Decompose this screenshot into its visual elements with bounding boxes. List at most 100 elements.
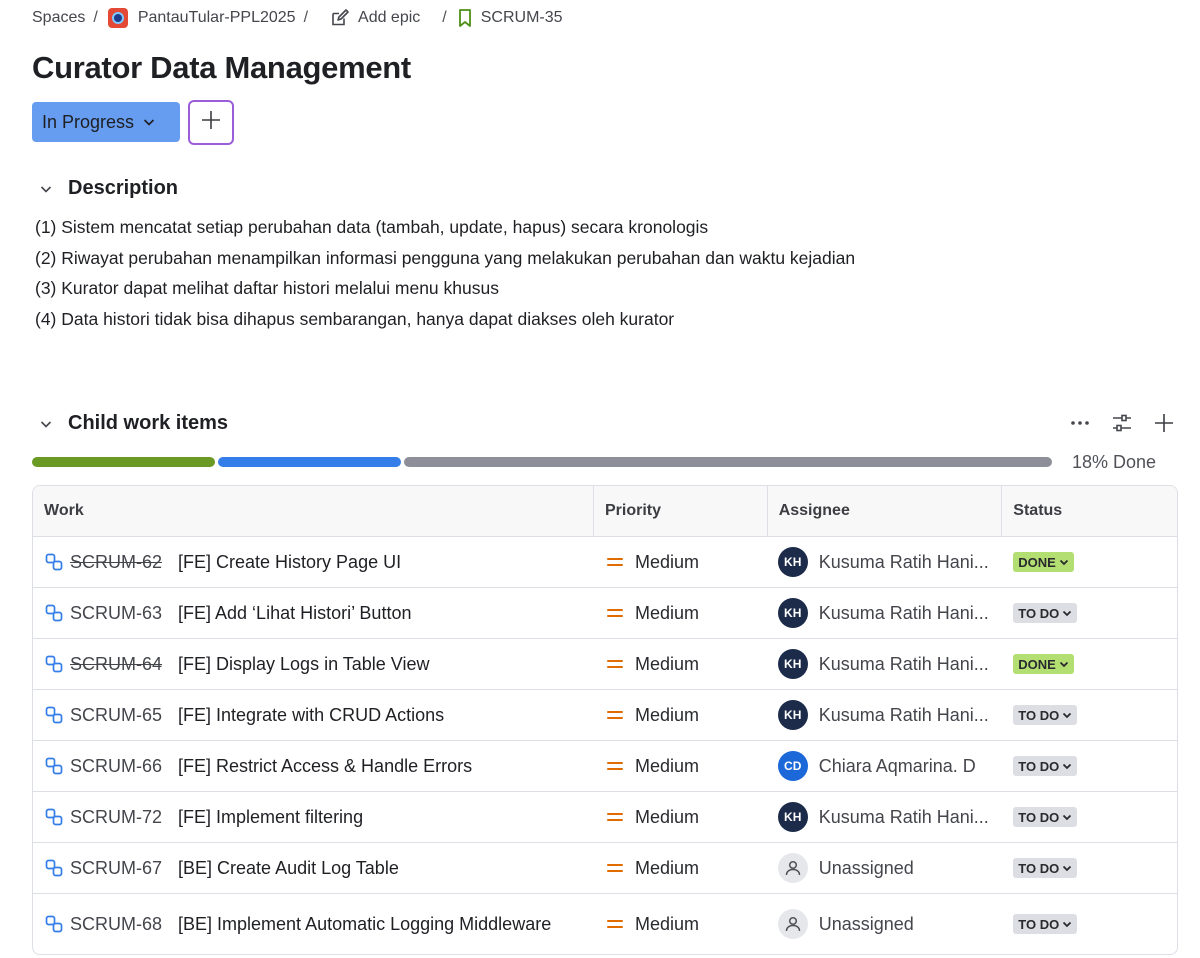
issue-key-link[interactable]: SCRUM-64 — [70, 654, 162, 675]
chevron-down-icon — [1062, 710, 1072, 720]
chevron-down-icon — [1062, 761, 1072, 771]
issue-key-link[interactable]: SCRUM-68 — [70, 914, 162, 935]
priority-cell[interactable]: Medium — [594, 894, 768, 954]
status-cell: DONE — [1002, 537, 1177, 587]
status-lozenge[interactable]: TO DO — [1013, 858, 1078, 878]
assignee-cell[interactable]: KH Kusuma Ratih Hani... — [768, 588, 1003, 638]
description-line: (1) Sistem mencatat setiap perubahan dat… — [35, 217, 709, 237]
issue-summary[interactable]: [BE] Create Audit Log Table — [178, 856, 399, 881]
breadcrumb-add-epic[interactable]: Add epic — [330, 8, 420, 28]
breadcrumb-project-label: PantauTular-PPL2025 — [137, 9, 296, 26]
table-row[interactable]: SCRUM-72 [FE] Implement filtering Medium… — [33, 792, 1177, 843]
status-cell: TO DO — [1002, 843, 1177, 893]
description-body[interactable]: (1) Sistem mencatat setiap perubahan dat… — [35, 214, 855, 336]
issue-summary[interactable]: [FE] Display Logs in Table View — [178, 652, 429, 677]
status-lozenge[interactable]: TO DO — [1013, 756, 1078, 776]
view-settings-icon[interactable] — [1110, 411, 1134, 435]
issue-summary[interactable]: [FE] Implement filtering — [178, 805, 363, 830]
breadcrumb-project[interactable]: PantauTular-PPL2025 — [107, 8, 296, 28]
description-line: (2) Riwayat perubahan menampilkan inform… — [35, 247, 856, 268]
plus-icon — [200, 109, 222, 136]
table-row[interactable]: SCRUM-62 [FE] Create History Page UI Med… — [33, 537, 1177, 588]
assignee-cell[interactable]: Unassigned — [768, 894, 1003, 954]
assignee-cell[interactable]: KH Kusuma Ratih Hani... — [768, 537, 1003, 587]
avatar: KH — [777, 598, 808, 628]
priority-cell[interactable]: Medium — [594, 690, 768, 740]
work-cell: SCRUM-67 [BE] Create Audit Log Table — [33, 843, 594, 893]
status-lozenge[interactable]: TO DO — [1013, 914, 1078, 934]
issue-summary[interactable]: [BE] Implement Automatic Logging Middlew… — [178, 912, 551, 937]
table-row[interactable]: SCRUM-68 [BE] Implement Automatic Loggin… — [33, 894, 1177, 954]
column-header-work[interactable]: Work — [33, 486, 594, 536]
table-row[interactable]: SCRUM-65 [FE] Integrate with CRUD Action… — [33, 690, 1177, 741]
issue-key-link[interactable]: SCRUM-63 — [70, 603, 162, 624]
plus-icon[interactable] — [1152, 411, 1176, 435]
table-row[interactable]: SCRUM-64 [FE] Display Logs in Table View… — [33, 639, 1177, 690]
add-button[interactable] — [188, 100, 234, 145]
assignee-name: Kusuma Ratih Hani... — [818, 806, 989, 827]
status-lozenge[interactable]: TO DO — [1013, 807, 1078, 827]
table-body: SCRUM-62 [FE] Create History Page UI Med… — [33, 537, 1177, 954]
priority-cell[interactable]: Medium — [594, 639, 768, 689]
description-section-header: Description — [36, 177, 178, 200]
status-lozenge[interactable]: DONE — [1013, 654, 1074, 674]
priority-cell[interactable]: Medium — [594, 741, 768, 791]
status-dropdown-button[interactable]: In Progress — [32, 102, 180, 142]
priority-medium-icon — [607, 862, 623, 874]
issue-key-link[interactable]: SCRUM-66 — [70, 756, 162, 777]
priority-medium-icon — [607, 918, 623, 930]
issue-summary[interactable]: [FE] Create History Page UI — [178, 550, 401, 575]
story-bookmark-icon — [457, 8, 473, 28]
assignee-cell[interactable]: CD Chiara Aqmarina. D — [768, 741, 1003, 791]
table-row[interactable]: SCRUM-66 [FE] Restrict Access & Handle E… — [33, 741, 1177, 792]
priority-cell[interactable]: Medium — [594, 843, 768, 893]
unassigned-avatar-icon — [777, 853, 808, 883]
subtask-icon — [44, 552, 64, 572]
chevron-down-icon — [1062, 919, 1072, 929]
status-label: DONE — [1018, 656, 1056, 672]
priority-cell[interactable]: Medium — [594, 537, 768, 587]
issue-key-link[interactable]: SCRUM-65 — [70, 705, 162, 726]
issue-key-link[interactable]: SCRUM-72 — [70, 807, 162, 828]
column-header-assignee[interactable]: Assignee — [768, 486, 1003, 536]
table-header: Work Priority Assignee Status — [33, 486, 1177, 537]
status-lozenge[interactable]: DONE — [1013, 552, 1074, 572]
status-lozenge[interactable]: TO DO — [1013, 603, 1078, 623]
issue-key-link[interactable]: SCRUM-67 — [70, 858, 162, 879]
breadcrumb-spaces[interactable]: Spaces — [32, 9, 85, 27]
assignee-cell[interactable]: KH Kusuma Ratih Hani... — [768, 690, 1003, 740]
priority-medium-icon — [607, 760, 623, 772]
assignee-cell[interactable]: KH Kusuma Ratih Hani... — [768, 792, 1003, 842]
column-header-status[interactable]: Status — [1002, 486, 1177, 536]
priority-cell[interactable]: Medium — [594, 792, 768, 842]
subtask-icon — [44, 858, 64, 878]
chevron-down-icon — [142, 115, 156, 129]
chevron-down-icon — [1062, 863, 1072, 873]
breadcrumb-issue[interactable]: SCRUM-35 — [457, 8, 563, 28]
more-actions-icon[interactable] — [1068, 411, 1092, 435]
work-cell: SCRUM-65 [FE] Integrate with CRUD Action… — [33, 690, 594, 740]
priority-cell[interactable]: Medium — [594, 588, 768, 638]
table-row[interactable]: SCRUM-63 [FE] Add ‘Lihat Histori’ Button… — [33, 588, 1177, 639]
breadcrumb-separator: / — [303, 9, 309, 26]
issue-summary[interactable]: [FE] Add ‘Lihat Histori’ Button — [178, 601, 411, 626]
avatar: KH — [777, 802, 808, 832]
chevron-down-icon[interactable] — [36, 179, 56, 199]
column-header-priority[interactable]: Priority — [594, 486, 768, 536]
issue-key-link[interactable]: SCRUM-62 — [70, 552, 162, 573]
assignee-cell[interactable]: Unassigned — [768, 843, 1003, 893]
breadcrumb: Spaces / PantauTular-PPL2025 / Add epic … — [32, 6, 563, 30]
status-label: TO DO — [1018, 605, 1060, 621]
priority-label: Medium — [635, 755, 700, 776]
unassigned-avatar-icon — [777, 909, 808, 939]
assignee-name: Unassigned — [818, 913, 914, 934]
priority-label: Medium — [635, 653, 700, 674]
table-row[interactable]: SCRUM-67 [BE] Create Audit Log Table Med… — [33, 843, 1177, 894]
issue-summary[interactable]: [FE] Integrate with CRUD Actions — [178, 703, 444, 728]
status-lozenge[interactable]: TO DO — [1013, 705, 1078, 725]
issue-summary[interactable]: [FE] Restrict Access & Handle Errors — [178, 754, 472, 779]
assignee-cell[interactable]: KH Kusuma Ratih Hani... — [768, 639, 1003, 689]
chevron-down-icon[interactable] — [36, 414, 56, 434]
avatar: CD — [777, 751, 808, 781]
status-cell: TO DO — [1002, 588, 1177, 638]
